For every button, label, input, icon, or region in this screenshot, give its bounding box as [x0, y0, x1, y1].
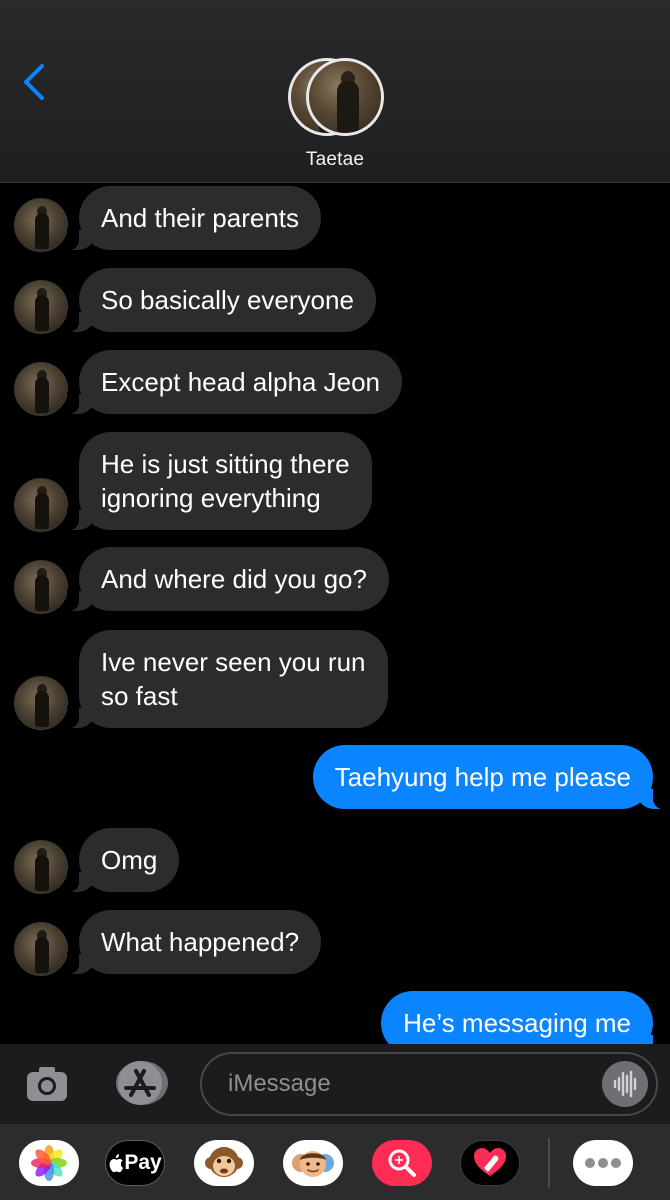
images-search-icon — [388, 1149, 416, 1177]
message-input-field[interactable] — [200, 1052, 658, 1116]
conversation-header: Taetae — [0, 0, 670, 183]
chevron-left-icon — [24, 64, 44, 100]
apple-pay-label: Pay — [124, 1151, 162, 1174]
message-bubble-incoming[interactable]: Omg — [66, 828, 180, 892]
apple-pay-icon — [109, 1154, 124, 1173]
sender-avatar[interactable] — [14, 478, 68, 532]
sender-avatar[interactable] — [14, 198, 68, 252]
app-store-icon — [116, 1061, 168, 1105]
digital-touch-button[interactable] — [460, 1140, 520, 1186]
memoji-button[interactable] — [283, 1140, 343, 1186]
sender-avatar[interactable] — [14, 560, 68, 614]
compose-bar — [0, 1044, 670, 1124]
contact-name[interactable]: Taetae — [0, 149, 670, 171]
more-apps-icon — [585, 1158, 621, 1168]
camera-icon — [27, 1067, 67, 1101]
contact-avatar-front — [306, 58, 384, 136]
message-bubble-incoming[interactable]: So basically everyone — [67, 268, 376, 332]
app-drawer-divider — [548, 1138, 550, 1188]
back-button[interactable] — [18, 60, 58, 104]
sender-avatar[interactable] — [14, 280, 68, 334]
memoji-icon — [292, 1151, 334, 1177]
message-bubble-incoming[interactable]: He is just sitting there ignoring everyt… — [67, 432, 372, 530]
photos-app-button[interactable] — [19, 1140, 79, 1186]
more-apps-button[interactable] — [573, 1140, 633, 1186]
digital-touch-icon — [474, 1148, 506, 1176]
audio-message-button[interactable] — [602, 1061, 648, 1107]
message-input[interactable] — [228, 1064, 588, 1104]
animoji-button[interactable] — [194, 1140, 254, 1186]
sender-avatar[interactable] — [14, 840, 68, 894]
contact-avatar[interactable] — [288, 58, 384, 138]
message-bubble-incoming[interactable]: And where did you go? — [67, 547, 389, 611]
message-bubble-incoming[interactable]: What happened? — [66, 910, 322, 974]
camera-button[interactable] — [24, 1061, 70, 1107]
waveform-icon — [613, 1070, 637, 1098]
apple-pay-button[interactable]: Pay — [105, 1140, 165, 1186]
message-bubble-incoming[interactable]: Ive never seen you run so fast — [67, 630, 388, 728]
image-search-button[interactable] — [372, 1140, 432, 1186]
photos-icon — [31, 1145, 67, 1181]
sender-avatar[interactable] — [14, 676, 68, 730]
message-bubble-incoming[interactable]: Except head alpha Jeon — [67, 350, 402, 414]
message-bubble-incoming[interactable]: And their parents — [66, 186, 322, 250]
message-bubble-outgoing[interactable]: Taehyung help me please — [312, 745, 666, 809]
sender-avatar[interactable] — [14, 922, 68, 976]
animoji-monkey-icon — [205, 1147, 243, 1177]
app-drawer: Pay — [0, 1124, 670, 1200]
app-store-button[interactable] — [111, 1059, 169, 1107]
sender-avatar[interactable] — [14, 362, 68, 416]
